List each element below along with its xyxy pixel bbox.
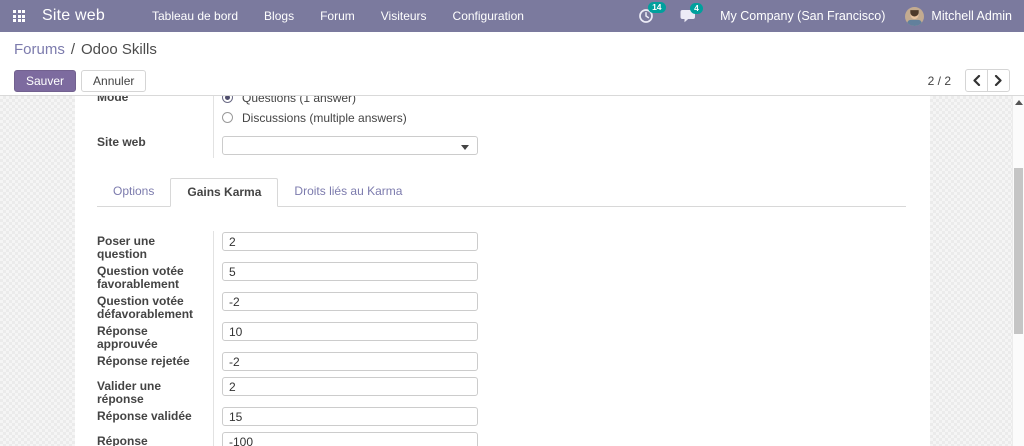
- form-control-bar: Sauver Annuler 2 / 2: [0, 66, 1024, 96]
- field-label-valider-une-reponse: Valider une réponse: [97, 376, 213, 406]
- notebook: Options Gains Karma Droits liés au Karma…: [97, 178, 906, 446]
- pager-count: 2 / 2: [928, 74, 951, 88]
- user-menu[interactable]: Mitchell Admin: [931, 9, 1012, 23]
- app-title[interactable]: Site web: [42, 7, 105, 25]
- menu-item-visiteurs[interactable]: Visiteurs: [368, 0, 440, 32]
- breadcrumb: Forums / Odoo Skills: [0, 32, 1024, 66]
- field-label-question-votee-favorablement: Question votée favorablement: [97, 261, 213, 291]
- breadcrumb-parent-link[interactable]: Forums: [14, 41, 65, 58]
- avatar[interactable]: [905, 7, 924, 26]
- menu-item-tableau-de-bord[interactable]: Tableau de bord: [139, 0, 251, 32]
- tab-bar: Options Gains Karma Droits liés au Karma: [97, 178, 906, 207]
- company-switcher[interactable]: My Company (San Francisco): [720, 9, 885, 23]
- record-pager: 2 / 2: [928, 69, 1010, 92]
- menu-item-forum[interactable]: Forum: [307, 0, 368, 32]
- save-button[interactable]: Sauver: [14, 70, 76, 92]
- field-label-poser-une-question: Poser une question: [97, 231, 213, 261]
- mode-radio-discussions[interactable]: Discussions (multiple answers): [222, 109, 906, 126]
- apps-grid-icon: [13, 10, 25, 22]
- tab-options[interactable]: Options: [97, 178, 170, 206]
- next-record-button[interactable]: [987, 69, 1010, 92]
- input-reponse-rejetee[interactable]: [222, 352, 478, 371]
- input-reponse-validee[interactable]: [222, 407, 478, 426]
- menu-item-configuration[interactable]: Configuration: [440, 0, 537, 32]
- form-view-container: Mode Questions (1 answer) Discussions (m…: [0, 96, 1024, 446]
- mode-radio-questions-label: Questions (1 answer): [242, 96, 356, 105]
- forum-settings-group: Mode Questions (1 answer) Discussions (m…: [97, 96, 906, 158]
- activities-button[interactable]: 14: [638, 8, 654, 24]
- previous-record-button[interactable]: [965, 69, 988, 92]
- scrollbar-thumb[interactable]: [1014, 168, 1023, 334]
- tab-gains-karma[interactable]: Gains Karma: [170, 178, 278, 207]
- menu-item-blogs[interactable]: Blogs: [251, 0, 307, 32]
- scroll-up-arrow-icon[interactable]: [1015, 100, 1023, 105]
- field-label-reponse-validee: Réponse validée: [97, 406, 213, 431]
- field-label-question-votee-defavorablement: Question votée défavorablement: [97, 291, 213, 321]
- chevron-down-icon: [461, 145, 469, 150]
- main-menu: Tableau de bord Blogs Forum Visiteurs Co…: [139, 0, 537, 32]
- systray: 14 4 My Company (San Francisco) Mitchell…: [625, 7, 1024, 26]
- input-poser-une-question[interactable]: [222, 232, 478, 251]
- messages-badge: 4: [690, 3, 703, 14]
- form-sheet: Mode Questions (1 answer) Discussions (m…: [75, 96, 930, 446]
- mode-radio-questions[interactable]: Questions (1 answer): [222, 96, 906, 106]
- site-web-select[interactable]: [222, 136, 478, 155]
- breadcrumb-separator: /: [71, 41, 75, 58]
- vertical-scrollbar[interactable]: [1012, 96, 1024, 446]
- chevron-left-icon: [972, 75, 981, 86]
- site-web-field-value: [213, 132, 906, 158]
- input-reponse-approuvee[interactable]: [222, 322, 478, 341]
- mode-radio-discussions-label: Discussions (multiple answers): [242, 111, 407, 125]
- field-label-reponse-approuvee: Réponse approuvée: [97, 321, 213, 351]
- input-reponse-inappropriee[interactable]: [222, 432, 478, 446]
- top-navbar: Site web Tableau de bord Blogs Forum Vis…: [0, 0, 1024, 32]
- site-web-field-label: Site web: [97, 132, 213, 158]
- breadcrumb-current: Odoo Skills: [81, 41, 157, 58]
- input-valider-une-reponse[interactable]: [222, 377, 478, 396]
- activities-badge: 14: [648, 2, 665, 13]
- tab-droits-karma[interactable]: Droits liés au Karma: [278, 178, 418, 206]
- radio-unselected-icon[interactable]: [222, 112, 233, 123]
- apps-menu-button[interactable]: [4, 0, 34, 32]
- field-label-reponse-rejetee: Réponse rejetée: [97, 351, 213, 376]
- input-question-votee-defavorablement[interactable]: [222, 292, 478, 311]
- karma-tab-content: Poser une question Question votée favora…: [97, 231, 906, 446]
- mode-field-label: Mode: [97, 96, 213, 132]
- karma-fields-group: Poser une question Question votée favora…: [97, 231, 906, 446]
- cancel-button[interactable]: Annuler: [81, 70, 146, 92]
- input-question-votee-favorablement[interactable]: [222, 262, 478, 281]
- chevron-right-icon: [994, 75, 1003, 86]
- mode-field-value: Questions (1 answer) Discussions (multip…: [213, 96, 906, 132]
- radio-selected-icon[interactable]: [222, 96, 233, 103]
- field-label-reponse-inappropriee: Réponse inappropriée: [97, 431, 213, 446]
- messages-button[interactable]: 4: [680, 9, 697, 24]
